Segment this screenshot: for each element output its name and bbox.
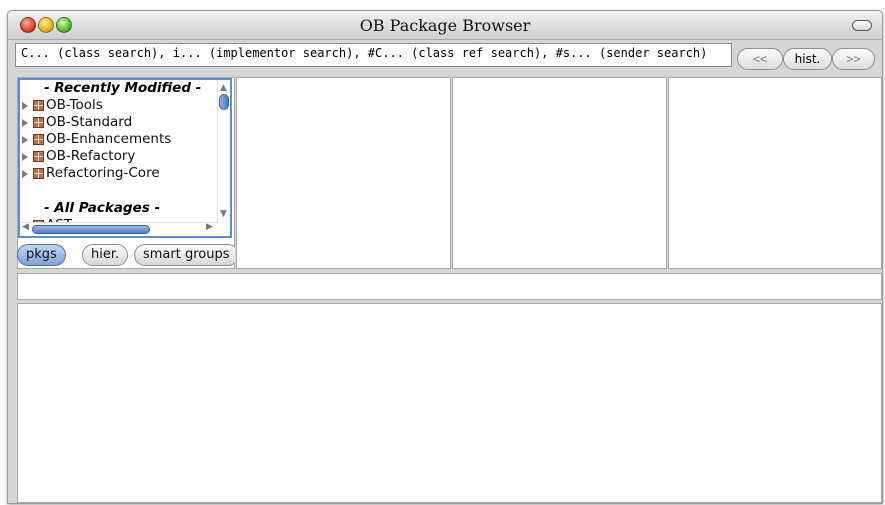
toolbar-toggle-button[interactable] (852, 20, 872, 31)
package-icon (33, 134, 44, 145)
tab-smart-groups[interactable]: smart groups (134, 244, 235, 266)
scroll-right-arrow-icon[interactable]: ▶ (206, 222, 213, 232)
package-list-horizontal-scrollbar[interactable]: ◀ ▶ (20, 222, 218, 236)
package-item[interactable]: OB-Standard (20, 114, 230, 131)
package-label: OB-Tools (46, 97, 103, 113)
tab-pkgs[interactable]: pkgs (17, 244, 66, 266)
package-icon (33, 168, 44, 179)
package-icon (33, 100, 44, 111)
expand-triangle-icon[interactable] (22, 119, 28, 127)
package-label: OB-Refactory (46, 148, 136, 164)
vertical-scroll-thumb[interactable] (219, 94, 229, 110)
title-bar[interactable]: OB Package Browser (8, 11, 882, 40)
expand-triangle-icon[interactable] (22, 153, 28, 161)
history-forward-button[interactable]: >> (832, 48, 875, 70)
code-editor-pane[interactable] (17, 303, 882, 503)
history-back-button[interactable]: << (737, 48, 783, 70)
window-title: OB Package Browser (359, 16, 531, 35)
browser-window: OB Package Browser C... (class search), … (7, 10, 883, 504)
expand-triangle-icon[interactable] (22, 136, 28, 144)
all-packages-header: - All Packages - (44, 200, 161, 216)
package-icon (33, 117, 44, 128)
recently-modified-header: - Recently Modified - (44, 80, 202, 96)
package-label: OB-Standard (46, 114, 133, 130)
package-item[interactable]: OB-Tools (20, 97, 230, 114)
method-pane[interactable] (668, 77, 882, 269)
package-item[interactable]: Refactoring-Core (20, 165, 230, 182)
package-list[interactable]: - Recently Modified - OB-Tools OB-Standa… (18, 78, 232, 238)
package-label: OB-Enhancements (46, 131, 172, 147)
protocol-pane[interactable] (452, 77, 667, 269)
expand-triangle-icon[interactable] (22, 170, 28, 178)
scroll-up-arrow-icon[interactable]: ▲ (220, 83, 227, 93)
package-item[interactable]: OB-Refactory (20, 148, 230, 165)
tab-hierarchy[interactable]: hier. (82, 244, 129, 266)
definition-bar[interactable] (17, 273, 882, 300)
history-button[interactable]: hist. (783, 48, 832, 70)
search-field[interactable]: C... (class search), i... (implementor s… (15, 43, 732, 67)
expand-triangle-icon[interactable] (22, 102, 28, 110)
scroll-left-arrow-icon[interactable]: ◀ (22, 222, 29, 232)
package-list-vertical-scrollbar[interactable]: ▲ ▼ (217, 80, 230, 222)
package-item[interactable]: OB-Enhancements (20, 131, 230, 148)
class-pane[interactable] (236, 77, 451, 269)
horizontal-scroll-thumb[interactable] (32, 225, 150, 234)
package-icon (33, 151, 44, 162)
package-pane-tabs: pkgs hier. smart groups (17, 242, 235, 268)
package-label: Refactoring-Core (46, 165, 160, 181)
scroll-down-arrow-icon[interactable]: ▼ (220, 209, 227, 219)
